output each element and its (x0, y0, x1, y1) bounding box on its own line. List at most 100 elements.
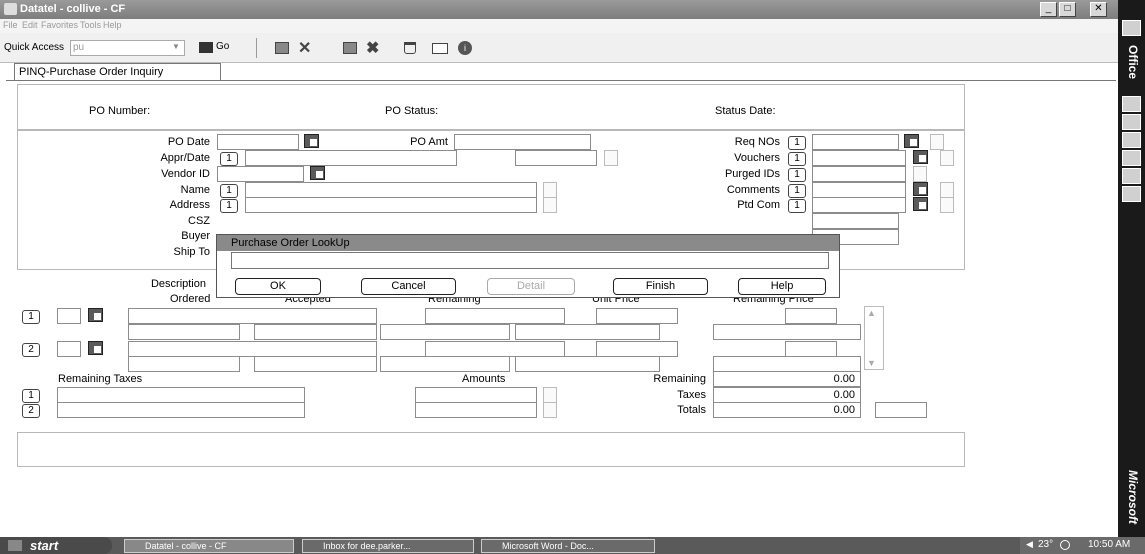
office-app-icon-3[interactable] (1122, 114, 1141, 130)
ptd-com-lookup-icon[interactable] (913, 197, 928, 211)
dialog-input[interactable] (231, 252, 829, 269)
taskbar-item-word[interactable]: Microsoft Word - Doc... (481, 539, 655, 553)
minimize-button[interactable]: _ (1040, 2, 1057, 17)
purged-ids-field[interactable] (812, 166, 906, 182)
vendor-id-field[interactable] (217, 166, 304, 182)
address-index[interactable]: 1 (220, 199, 238, 213)
line-1-remaining[interactable] (425, 308, 565, 324)
lines-scrollbar[interactable]: ▲ ▼ (864, 306, 884, 370)
req-nos-lookup-icon[interactable] (904, 134, 919, 148)
line-2-remaining[interactable] (425, 341, 565, 357)
comments-field[interactable] (812, 182, 906, 198)
vouchers-field[interactable] (812, 150, 906, 166)
line-2-remaining-price[interactable] (785, 341, 837, 357)
req-nos-index[interactable]: 1 (788, 136, 806, 150)
address-field[interactable] (245, 197, 537, 213)
comments-lookup-icon[interactable] (913, 182, 928, 196)
purged-ids-index[interactable]: 1 (788, 168, 806, 182)
line-2-description[interactable] (128, 341, 377, 357)
start-button[interactable]: start (0, 537, 112, 554)
line-2-remaining-qty[interactable] (380, 356, 510, 372)
line-1-extra[interactable] (515, 324, 660, 340)
right-extra-field-1[interactable] (812, 213, 899, 229)
line-1-ordered[interactable] (128, 324, 240, 340)
name-spinner[interactable] (543, 182, 557, 198)
appr-date-extra-field[interactable] (515, 150, 597, 166)
line-1-index[interactable]: 1 (22, 310, 40, 324)
tax-2-spinner[interactable] (543, 402, 557, 418)
window-icon[interactable] (432, 43, 448, 54)
line-2-small-field[interactable] (57, 341, 81, 357)
tax-1-index[interactable]: 1 (22, 389, 40, 403)
quick-access-select[interactable]: pu ▼ (70, 40, 185, 56)
tax-1-spinner[interactable] (543, 387, 557, 403)
tax-1-amount[interactable] (415, 387, 537, 403)
cancel-x-icon[interactable]: ✕ (298, 38, 311, 58)
tab-pinq[interactable]: PINQ-Purchase Order Inquiry (14, 63, 221, 80)
appr-date-field[interactable] (245, 150, 457, 166)
detail-button[interactable]: Detail (487, 278, 575, 295)
office-app-icon-5[interactable] (1122, 150, 1141, 166)
taskbar-item-inbox[interactable]: Inbox for dee.parker... (302, 539, 474, 553)
purged-ids-spinner[interactable] (913, 166, 927, 182)
chevron-down-icon[interactable]: ▼ (169, 42, 183, 54)
line-1-description[interactable] (128, 308, 377, 324)
req-nos-spinner[interactable] (930, 134, 944, 150)
office-app-icon-4[interactable] (1122, 132, 1141, 148)
line-1-remaining-total[interactable] (713, 324, 861, 340)
name-index[interactable]: 1 (220, 184, 238, 198)
po-date-field[interactable] (217, 134, 299, 150)
line-1-accepted[interactable] (254, 324, 377, 340)
finish-button[interactable]: Finish (613, 278, 708, 295)
office-app-icon-7[interactable] (1122, 186, 1141, 202)
menu-favorites[interactable]: Favorites (41, 20, 78, 30)
taskbar-item-datatel[interactable]: Datatel - collive - CF (124, 539, 294, 553)
cancel-all-icon[interactable]: ✖ (366, 38, 379, 58)
line-2-lookup-icon[interactable] (88, 341, 103, 355)
tax-1-field[interactable] (57, 387, 305, 403)
menu-help[interactable]: Help (103, 20, 122, 30)
office-app-icon-2[interactable] (1122, 96, 1141, 112)
line-1-small-field[interactable] (57, 308, 81, 324)
line-2-ordered[interactable] (128, 356, 240, 372)
req-nos-field[interactable] (812, 134, 899, 150)
tray-arrow-icon[interactable]: ◀ (1026, 539, 1033, 550)
po-date-lookup-icon[interactable] (304, 134, 319, 148)
menu-edit[interactable]: Edit (22, 20, 38, 30)
line-1-unit-price[interactable] (596, 308, 678, 324)
office-app-icon-1[interactable] (1122, 20, 1141, 36)
tax-2-field[interactable] (57, 402, 305, 418)
info-icon[interactable]: i (458, 41, 472, 55)
word-icon[interactable] (1122, 168, 1141, 184)
comments-index[interactable]: 1 (788, 184, 806, 198)
appr-date-spinner[interactable] (604, 150, 618, 166)
appr-date-index[interactable]: 1 (220, 152, 238, 166)
close-button[interactable]: ✕ (1090, 2, 1107, 17)
vouchers-spinner[interactable] (940, 150, 954, 166)
cancel-button[interactable]: Cancel (361, 278, 456, 295)
line-2-unit-price[interactable] (596, 341, 678, 357)
line-2-extra[interactable] (515, 356, 660, 372)
save-all-icon[interactable] (343, 42, 357, 54)
help-button[interactable]: Help (738, 278, 826, 295)
totals-extra-field[interactable] (875, 402, 927, 418)
line-2-index[interactable]: 2 (22, 343, 40, 357)
tax-2-amount[interactable] (415, 402, 537, 418)
scroll-down-icon[interactable]: ▼ (867, 358, 876, 368)
line-1-remaining-qty[interactable] (380, 324, 510, 340)
menu-file[interactable]: File (3, 20, 18, 30)
window-titlebar[interactable]: Datatel - collive - CF _ □ ✕ (0, 0, 1118, 19)
ok-button[interactable]: OK (235, 278, 321, 295)
ptd-com-spinner[interactable] (940, 197, 954, 213)
ptd-com-field[interactable] (812, 197, 906, 213)
menu-tools[interactable]: Tools (80, 20, 101, 30)
tax-2-index[interactable]: 2 (22, 404, 40, 418)
po-amt-field[interactable] (454, 134, 591, 150)
address-spinner[interactable] (543, 197, 557, 213)
go-button[interactable]: Go (199, 40, 235, 56)
line-2-accepted[interactable] (254, 356, 377, 372)
line-2-remaining-total[interactable] (713, 356, 861, 372)
ptd-com-index[interactable]: 1 (788, 199, 806, 213)
maximize-button[interactable]: □ (1059, 2, 1076, 17)
save-icon[interactable] (275, 42, 289, 54)
